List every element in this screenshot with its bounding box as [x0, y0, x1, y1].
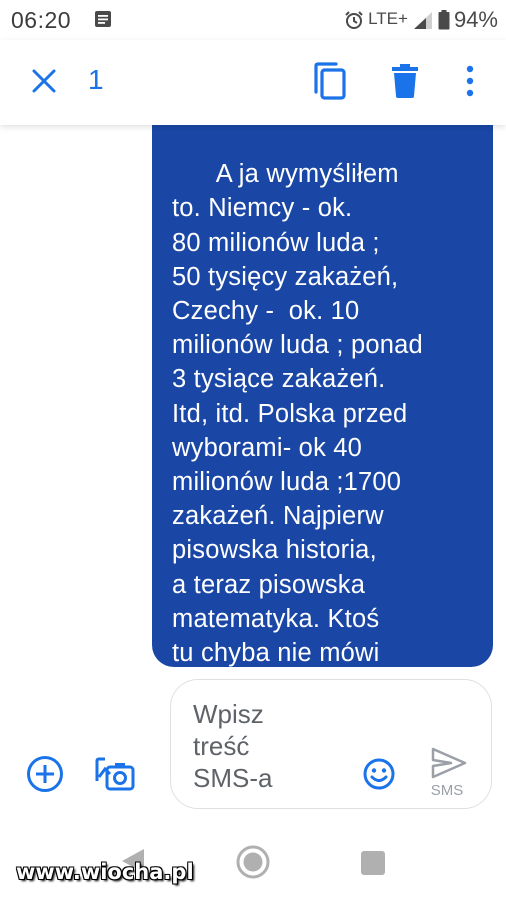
- send-label: SMS: [430, 782, 464, 799]
- send-button[interactable]: SMS: [423, 746, 471, 804]
- delete-icon[interactable]: [392, 64, 418, 98]
- close-icon[interactable]: [30, 67, 58, 95]
- selection-action-bar: 1: [0, 40, 506, 125]
- status-icons: LTE+ 94%: [344, 7, 498, 33]
- message-list: A ja wymyśliłem to. Niemcy - ok. 80 mili…: [0, 125, 506, 675]
- send-icon: [431, 747, 467, 779]
- home-icon[interactable]: [236, 845, 270, 879]
- network-type: LTE+: [368, 9, 408, 28]
- screen: 06:20 LTE+ 94% 1 A ja wymyśliłem to. Nie…: [0, 0, 506, 900]
- gallery-camera-icon[interactable]: [95, 755, 135, 793]
- sent-message-bubble[interactable]: A ja wymyśliłem to. Niemcy - ok. 80 mili…: [152, 125, 493, 667]
- add-attachment-icon[interactable]: [26, 755, 64, 793]
- watermark: www.wiocha.pl: [16, 860, 194, 884]
- signal-icon: [413, 12, 432, 29]
- alarm-icon: [345, 11, 363, 29]
- navigation-bar: [0, 815, 506, 900]
- battery-icon: [438, 10, 450, 30]
- emoji-icon[interactable]: [363, 758, 395, 790]
- status-time: 06:20: [11, 7, 72, 33]
- message-input[interactable]: Wpisz treść SMS-a SMS: [170, 679, 492, 809]
- battery-percent: 94%: [453, 7, 498, 32]
- more-vert-icon[interactable]: [462, 64, 478, 98]
- message-input-placeholder: Wpisz treść SMS-a: [193, 699, 273, 793]
- copy-icon[interactable]: [312, 62, 346, 100]
- selected-count: 1: [88, 64, 104, 95]
- message-text: A ja wymyśliłem to. Niemcy - ok. 80 mili…: [172, 160, 423, 667]
- message-notification-icon: [95, 11, 111, 27]
- recents-icon[interactable]: [361, 851, 385, 875]
- status-bar: 06:20 LTE+ 94%: [0, 0, 506, 40]
- compose-bar: Wpisz treść SMS-a SMS: [0, 675, 506, 815]
